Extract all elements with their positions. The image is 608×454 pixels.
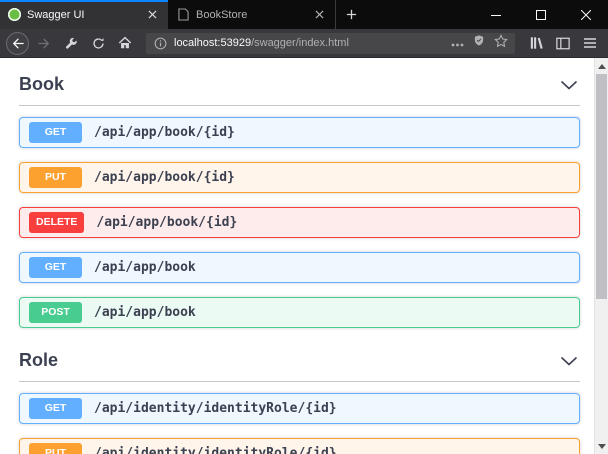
section-book: Book GET /api/app/book/{id} PUT /api/app…: [19, 66, 580, 328]
swagger-favicon-icon: [8, 8, 21, 21]
method-badge: GET: [29, 398, 82, 419]
maximize-button[interactable]: [518, 0, 563, 29]
section-header-role[interactable]: Role: [19, 342, 580, 382]
site-info-icon[interactable]: [153, 36, 168, 51]
tab-swagger-ui[interactable]: Swagger UI: [0, 0, 168, 29]
tab-bookstore[interactable]: BookStore: [168, 0, 336, 29]
operation-path: /api/app/book: [94, 260, 196, 275]
scrollbar[interactable]: [594, 58, 608, 454]
close-button[interactable]: [563, 0, 608, 29]
method-badge: PUT: [29, 443, 82, 454]
method-badge: GET: [29, 257, 82, 278]
home-button[interactable]: [113, 31, 137, 55]
section-role: Role GET /api/identity/identityRole/{id}…: [19, 342, 580, 454]
section-header-book[interactable]: Book: [19, 66, 580, 106]
swagger-page-content: Book GET /api/app/book/{id} PUT /api/app…: [0, 58, 594, 454]
opblock-put-book-id[interactable]: PUT /api/app/book/{id}: [19, 162, 580, 193]
operation-path: /api/identity/identityRole/{id}: [94, 401, 337, 416]
minimize-button[interactable]: [473, 0, 518, 29]
opblock-put-role-id[interactable]: PUT /api/identity/identityRole/{id}: [19, 438, 580, 454]
section-title: Book: [19, 74, 64, 95]
scroll-up-arrow[interactable]: [595, 59, 608, 73]
tab-close-icon[interactable]: [311, 7, 327, 23]
tab-close-icon[interactable]: [144, 7, 160, 23]
refresh-button[interactable]: [86, 31, 110, 55]
opblock-get-book-list[interactable]: GET /api/app/book: [19, 252, 580, 283]
operation-path: /api/app/book: [94, 305, 196, 320]
operation-path: /api/app/book/{id}: [94, 170, 235, 185]
section-title: Role: [19, 350, 58, 371]
page-actions-icon[interactable]: [451, 34, 464, 52]
url-bar[interactable]: localhost:53929/swagger/index.html: [146, 33, 515, 54]
bookstore-favicon-icon: [176, 8, 190, 22]
opblock-get-book-id[interactable]: GET /api/app/book/{id}: [19, 117, 580, 148]
navigation-toolbar: localhost:53929/swagger/index.html: [0, 29, 608, 58]
method-badge: GET: [29, 122, 82, 143]
url-path: /swagger/index.html: [251, 37, 349, 49]
scrollbar-thumb[interactable]: [596, 74, 607, 299]
bookmark-star-icon[interactable]: [494, 34, 508, 53]
opblock-delete-book-id[interactable]: DELETE /api/app/book/{id}: [19, 207, 580, 238]
method-badge: POST: [29, 302, 82, 323]
tracking-shield-icon[interactable]: [473, 34, 485, 52]
new-tab-button[interactable]: [336, 0, 366, 29]
chevron-down-icon[interactable]: [560, 356, 578, 366]
operation-path: /api/app/book/{id}: [96, 215, 237, 230]
back-button[interactable]: [6, 32, 29, 55]
operation-path: /api/app/book/{id}: [94, 125, 235, 140]
opblock-get-role-id[interactable]: GET /api/identity/identityRole/{id}: [19, 393, 580, 424]
url-host: localhost:53929: [174, 37, 251, 49]
chevron-down-icon[interactable]: [560, 80, 578, 90]
tab-title: Swagger UI: [27, 9, 138, 21]
tab-title: BookStore: [196, 9, 305, 21]
urlbar-actions: [451, 34, 508, 53]
library-icon[interactable]: [524, 31, 548, 55]
method-badge: PUT: [29, 167, 82, 188]
titlebar: Swagger UI BookStore: [0, 0, 608, 29]
sidebar-toggle-icon[interactable]: [551, 31, 575, 55]
method-badge: DELETE: [29, 212, 84, 233]
wrench-icon[interactable]: [59, 31, 83, 55]
scroll-down-arrow[interactable]: [595, 439, 608, 453]
browser-window: Swagger UI BookStore: [0, 0, 608, 454]
forward-button[interactable]: [32, 31, 56, 55]
window-controls: [473, 0, 608, 29]
operation-path: /api/identity/identityRole/{id}: [94, 446, 337, 454]
url-text[interactable]: localhost:53929/swagger/index.html: [174, 37, 445, 49]
menu-hamburger-icon[interactable]: [578, 31, 602, 55]
opblock-post-book[interactable]: POST /api/app/book: [19, 297, 580, 328]
